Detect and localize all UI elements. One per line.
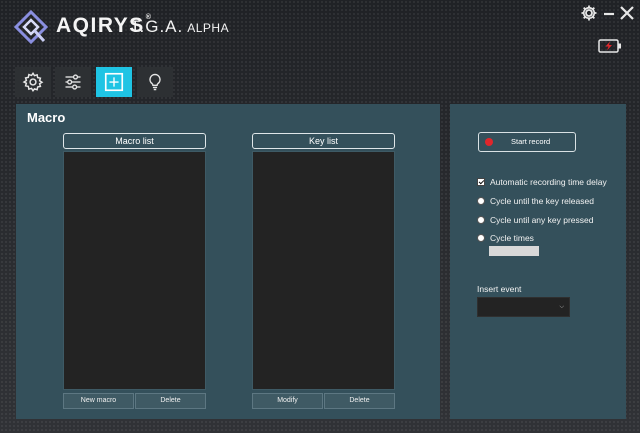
gear-icon xyxy=(22,71,44,92)
new-macro-button[interactable]: New macro xyxy=(63,393,134,409)
delete-key-button[interactable]: Delete xyxy=(324,393,395,409)
key-list[interactable] xyxy=(252,151,395,390)
cycle-released-radio[interactable] xyxy=(477,197,485,205)
option-label: Cycle until any key pressed xyxy=(490,215,594,225)
gear-icon[interactable] xyxy=(580,4,598,22)
cycle-any-key-radio[interactable] xyxy=(477,216,485,224)
option-auto-delay[interactable]: Automatic recording time delay xyxy=(477,177,607,187)
option-cycle-any-key[interactable]: Cycle until any key pressed xyxy=(477,215,593,225)
tab-settings[interactable] xyxy=(15,67,51,97)
tab-macro[interactable] xyxy=(96,67,132,97)
option-label: Automatic recording time delay xyxy=(490,177,607,187)
aqirys-logo xyxy=(14,10,48,44)
close-icon[interactable] xyxy=(619,4,635,22)
cycle-times-input[interactable] xyxy=(489,246,539,256)
auto-delay-checkbox[interactable] xyxy=(477,178,485,186)
tab-lighting[interactable] xyxy=(137,67,173,97)
insert-event-label: Insert event xyxy=(477,284,522,294)
key-list-header[interactable]: Key list xyxy=(252,133,395,149)
tab-adjust[interactable] xyxy=(55,67,91,97)
app-subtitle: T.G.A. ALPHA xyxy=(130,17,230,36)
start-record-label: Start record xyxy=(511,137,551,146)
plus-square-icon xyxy=(104,72,124,92)
chevron-down-icon: ⌵ xyxy=(559,304,564,310)
macro-list-header[interactable]: Macro list xyxy=(63,133,206,149)
macro-list[interactable] xyxy=(63,151,206,390)
start-record-button[interactable]: Start record xyxy=(478,132,576,152)
delete-macro-button[interactable]: Delete xyxy=(135,393,206,409)
battery-charging-icon xyxy=(598,39,621,53)
edition-label: ALPHA xyxy=(187,21,230,35)
minimize-icon[interactable] xyxy=(603,4,615,22)
record-dot-icon xyxy=(485,138,493,146)
option-cycle-released[interactable]: Cycle until the key released xyxy=(477,196,594,206)
page-title: Macro xyxy=(27,110,66,125)
modify-key-button[interactable]: Modify xyxy=(252,393,323,409)
cycle-times-radio[interactable] xyxy=(477,234,485,242)
option-cycle-times[interactable]: Cycle times xyxy=(477,233,534,243)
lightbulb-icon xyxy=(149,73,161,91)
option-label: Cycle until the key released xyxy=(490,196,594,206)
insert-event-select[interactable]: ⌵ xyxy=(477,297,570,317)
sliders-icon xyxy=(65,74,81,90)
option-label: Cycle times xyxy=(490,233,534,243)
